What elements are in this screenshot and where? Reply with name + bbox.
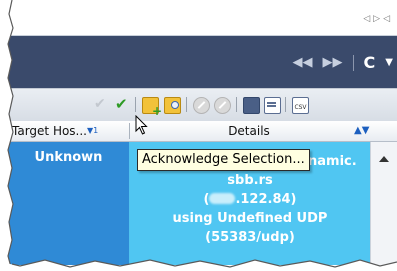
torn-edge-decoration bbox=[0, 0, 397, 271]
